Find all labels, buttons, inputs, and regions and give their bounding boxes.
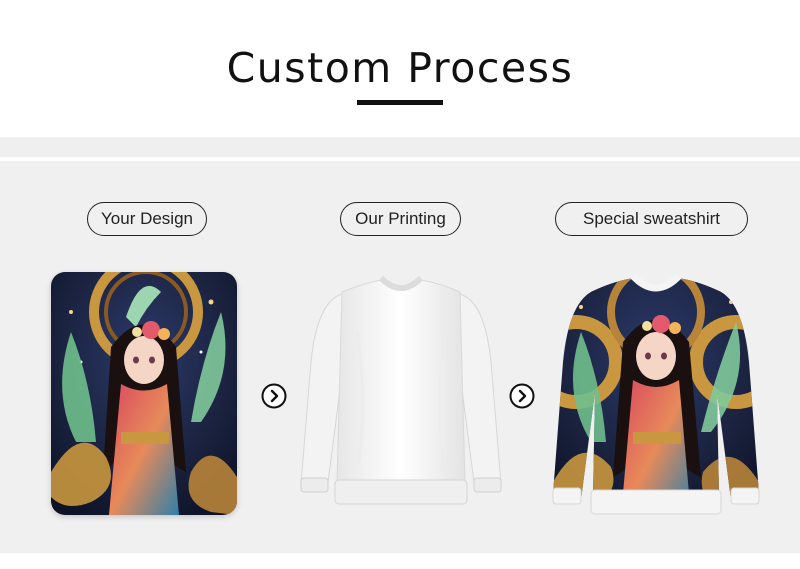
separator-band [0, 137, 800, 157]
header-section: Custom Process [0, 0, 800, 137]
footer-band [0, 553, 800, 569]
step-label-special-sweatshirt: Special sweatshirt [555, 202, 748, 236]
blank-sweatshirt-image [297, 272, 505, 508]
title-underline [357, 100, 443, 105]
chevron-right-circle-icon [261, 383, 287, 409]
step-label-your-design: Your Design [87, 202, 207, 236]
page-title: Custom Process [226, 44, 574, 92]
step-label-our-printing: Our Printing [340, 202, 461, 236]
design-artwork-image [51, 272, 237, 515]
chevron-right-circle-icon [509, 383, 535, 409]
printed-sweatshirt-image [551, 272, 761, 516]
